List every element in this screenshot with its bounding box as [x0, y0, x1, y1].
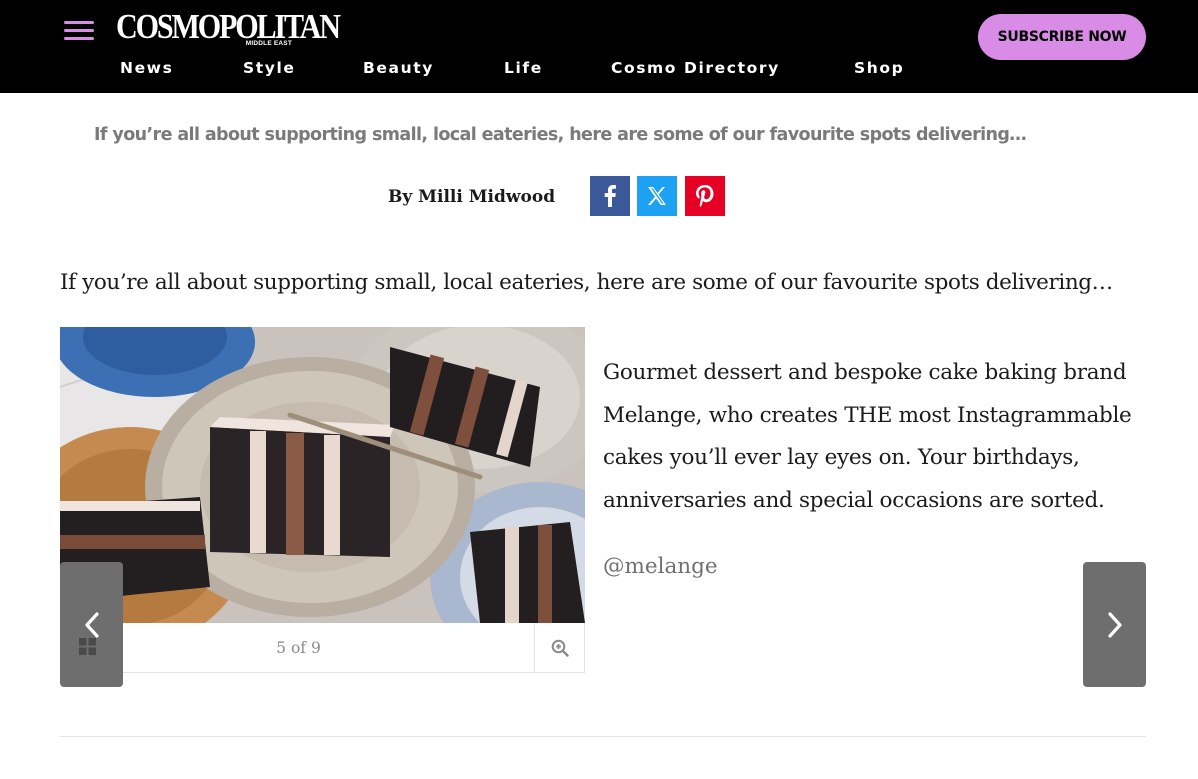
slideshow-next-button[interactable] — [1083, 562, 1146, 687]
slide-footer: 5 of 9 — [60, 623, 585, 673]
site-header: COSMOPOLITAN MIDDLE EAST News Style Beau… — [0, 0, 1198, 93]
chevron-left-icon — [84, 611, 99, 638]
nav-item-shop[interactable]: Shop — [854, 57, 904, 79]
article-standfirst: If you’re all about supporting small, lo… — [94, 125, 1027, 145]
nav-item-style[interactable]: Style — [243, 57, 296, 79]
share-pinterest-button[interactable] — [685, 176, 725, 216]
nav-item-life[interactable]: Life — [504, 57, 543, 79]
chevron-right-icon — [1107, 611, 1122, 638]
grid-icon[interactable] — [79, 638, 96, 655]
share-x-button[interactable] — [637, 176, 677, 216]
slide-credit[interactable]: @melange — [603, 549, 718, 585]
logo-wordmark: COSMOPOLITAN — [116, 7, 341, 46]
article-intro: If you’re all about supporting small, lo… — [60, 270, 1113, 295]
nav-item-cosmo-directory[interactable]: Cosmo Directory — [611, 57, 780, 79]
slide-caption: Gourmet dessert and bespoke cake baking … — [603, 360, 1132, 513]
author-name[interactable]: Milli Midwood — [418, 187, 555, 207]
cosmopolitan-logo[interactable]: COSMOPOLITAN MIDDLE EAST — [116, 6, 341, 50]
slide-image[interactable] — [60, 327, 585, 623]
byline: By Milli Midwood — [388, 185, 555, 209]
subscribe-button[interactable]: SUBSCRIBE NOW — [978, 14, 1146, 60]
x-icon — [648, 187, 666, 205]
cake-photo — [60, 327, 585, 623]
slide-counter: 5 of 9 — [276, 638, 321, 657]
logo-region: MIDDLE EAST — [245, 40, 292, 47]
nav-item-beauty[interactable]: Beauty — [363, 57, 434, 79]
facebook-icon — [604, 185, 616, 207]
hamburger-menu-icon[interactable] — [64, 20, 94, 42]
zoom-in-icon — [551, 639, 569, 657]
slideshow-prev-button[interactable] — [60, 562, 123, 687]
pinterest-icon — [696, 185, 714, 207]
share-facebook-button[interactable] — [590, 176, 630, 216]
nav-item-news[interactable]: News — [120, 57, 173, 79]
zoom-button[interactable] — [534, 623, 584, 672]
byline-prefix: By — [388, 187, 413, 207]
section-divider — [60, 736, 1146, 737]
